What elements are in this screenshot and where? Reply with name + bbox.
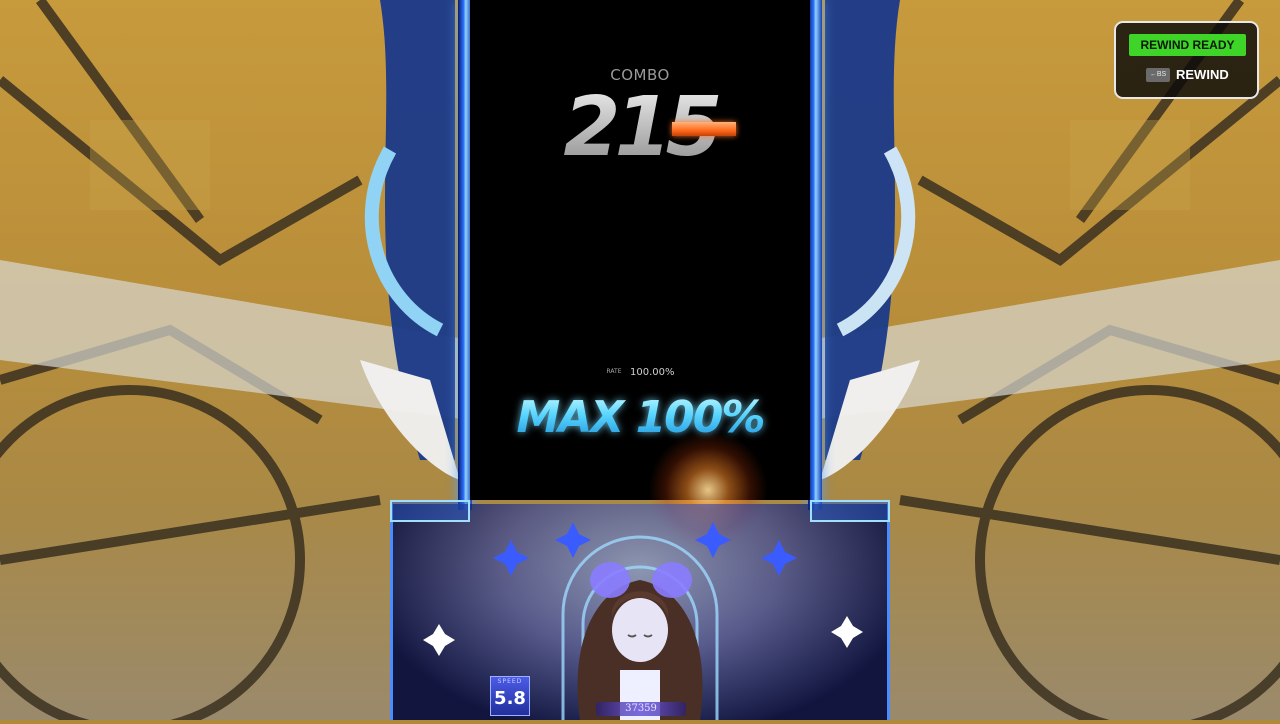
rewind-button-label[interactable]: REWIND xyxy=(1176,67,1229,83)
speed-label: SPEED xyxy=(497,678,523,685)
combo-counter: 215 xyxy=(470,80,810,175)
speed-value: 5.8 xyxy=(494,688,526,709)
backspace-key-icon: ←BS xyxy=(1146,68,1170,82)
deck-post-left xyxy=(390,500,470,522)
rewind-ready-badge: REWIND READY xyxy=(1129,34,1246,56)
lane-frame-right xyxy=(808,0,822,510)
score-display: 37359 xyxy=(596,702,686,716)
score-value: 37359 xyxy=(625,703,657,714)
rate-value: 100.00% xyxy=(630,367,675,378)
combo-gauge-bar xyxy=(672,122,736,136)
deck-post-right xyxy=(810,500,890,522)
singer-girl-icon xyxy=(577,562,703,720)
judgement-text: MAX 100% xyxy=(470,392,810,443)
character-portrait xyxy=(560,540,720,720)
rate-label: RATE xyxy=(606,368,622,375)
rewind-panel[interactable]: REWIND READY ←BS REWIND xyxy=(1114,21,1259,99)
speed-indicator: SPEED 5.8 xyxy=(490,676,530,716)
